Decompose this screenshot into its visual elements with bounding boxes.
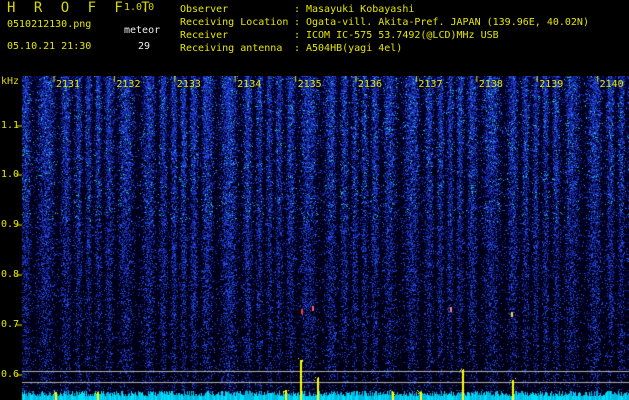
time-tick-label: 2136 (358, 79, 383, 90)
time-tick-label: 2131 (56, 79, 81, 90)
file-name: 0510212130.png (7, 19, 92, 30)
frequency-tick-label: 1.0 (1, 169, 20, 180)
location-value: Ogata-vill. Akita-Pref. JAPAN (139.96E, … (306, 17, 589, 28)
file-datetime: 05.10.21 21:30 (7, 41, 92, 52)
frequency-tick-label: 0.6 (1, 369, 20, 380)
frequency-unit-label: kHz (1, 76, 20, 87)
time-tick-label: 2137 (418, 79, 443, 90)
time-tick-label: 2133 (176, 79, 201, 90)
app-version: 1.0.0 (124, 2, 155, 13)
frequency-tick-label: 1.1 (1, 120, 20, 131)
frequency-tick-label: 0.7 (1, 319, 20, 330)
spectrogram-canvas (0, 76, 629, 400)
frequency-tick-label: 0.8 (1, 269, 20, 280)
receiver-value: ICOM IC-575 53.7492(@LCD)MHz USB (306, 30, 499, 41)
observer-label: Observer (180, 4, 229, 15)
time-tick-label: 2139 (539, 79, 564, 90)
location-sep: : (294, 17, 301, 28)
time-tick-label: 2132 (116, 79, 141, 90)
observer-sep: : (294, 4, 301, 15)
time-tick-label: 2135 (297, 79, 322, 90)
receiver-label: Receiver (180, 30, 229, 41)
frequency-tick-label: 0.9 (1, 219, 20, 230)
observer-value: Masayuki Kobayashi (306, 4, 415, 15)
receiver-sep: : (294, 30, 301, 41)
time-tick-label: 2138 (478, 79, 503, 90)
time-tick-label: 2140 (599, 79, 624, 90)
header-panel: H R O F F T 1.0.0 0510212130.png meteor … (0, 0, 629, 76)
meteor-label: meteor (124, 25, 161, 36)
location-label: Receiving Location (180, 17, 289, 28)
meteor-count: 29 (138, 41, 151, 52)
antenna-label: Receiving antenna (180, 43, 283, 54)
time-tick-label: 2134 (237, 79, 262, 90)
antenna-sep: : (294, 43, 301, 54)
antenna-value: A504HB(yagi 4el) (306, 43, 403, 54)
